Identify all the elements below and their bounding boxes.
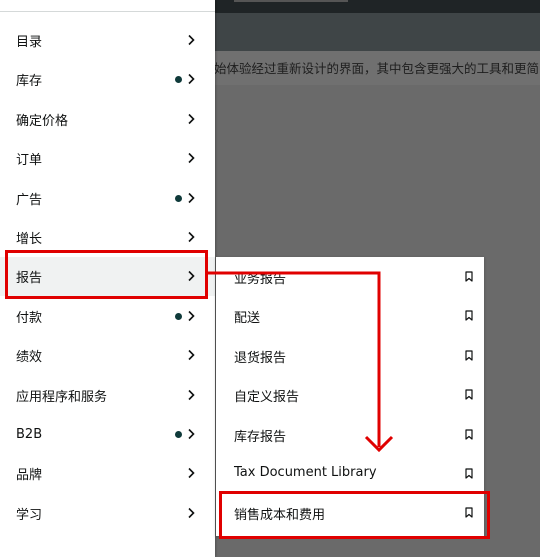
navigation-sidebar: 目录库存确定价格订单广告增长报告付款绩效应用程序和服务 B2B 品牌学习 [0, 0, 215, 557]
sidebar-top-divider [0, 11, 215, 12]
chevron-right-icon [188, 507, 195, 518]
sidebar-item-label: 订单 [16, 153, 43, 169]
announcement-banner-text: 始体验经过重新设计的界面，其中包含更强大的工具和更简 [214, 61, 540, 76]
sidebar-item-label: 品牌 [16, 468, 43, 484]
sidebar-item-7[interactable]: 付款 [0, 297, 215, 336]
submenu-item-label: Tax Document Library [234, 465, 377, 480]
sidebar-item-label: 目录 [16, 35, 43, 50]
notification-dot-icon [175, 76, 182, 84]
sidebar-item-10[interactable]: B2B [0, 415, 215, 454]
chevron-right-icon [188, 350, 195, 361]
submenu-item-label: 库存报告 [234, 429, 287, 445]
submenu-item-label: 销售成本和费用 [234, 508, 326, 524]
submenu-item-0[interactable]: 业务报告 [216, 257, 484, 296]
sidebar-item-label: 增长 [16, 232, 43, 247]
sidebar-item-11[interactable]: 品牌 [0, 454, 215, 493]
sidebar-item-label: 库存 [16, 74, 43, 90]
chevron-right-icon [188, 113, 195, 124]
bookmark-icon[interactable] [465, 350, 473, 361]
notification-dot-icon [175, 194, 182, 202]
chevron-right-icon [188, 468, 195, 479]
submenu-item-3[interactable]: 自定义报告 [216, 375, 484, 414]
bookmark-icon[interactable] [465, 389, 473, 400]
sidebar-item-label: 广告 [16, 192, 43, 208]
bookmark-icon[interactable] [465, 507, 473, 518]
search-bar-edge [234, 0, 348, 2]
submenu-item-5[interactable]: Tax Document Library [216, 454, 484, 493]
submenu-item-2[interactable]: 退货报告 [216, 336, 484, 375]
sidebar-item-label: B2B [16, 427, 43, 442]
chevron-right-icon [188, 271, 195, 282]
sidebar-item-1[interactable]: 库存 [0, 60, 215, 99]
bookmark-icon[interactable] [465, 468, 473, 479]
sidebar-item-9[interactable]: 应用程序和服务 [0, 376, 215, 415]
sidebar-item-label: 绩效 [16, 350, 43, 366]
chevron-right-icon [188, 310, 195, 321]
submenu-item-label: 配送 [234, 311, 261, 327]
sidebar-item-0[interactable]: 目录 [0, 21, 215, 60]
sidebar-item-2[interactable]: 确定价格 [0, 100, 215, 139]
chevron-right-icon [188, 231, 195, 243]
chevron-right-icon [188, 428, 195, 440]
reports-submenu: 业务报告配送退货报告自定义报告库存报告 Tax Document Library 销… [216, 257, 484, 536]
notification-dot-icon [175, 431, 182, 438]
bookmark-icon[interactable] [465, 428, 473, 440]
submenu-item-6[interactable]: 销售成本和费用 [216, 493, 484, 532]
submenu-item-4[interactable]: 库存报告 [216, 415, 484, 454]
sidebar-item-6[interactable]: 报告 [0, 257, 215, 297]
sidebar-item-label: 付款 [16, 310, 43, 326]
notification-dot-icon [175, 312, 182, 320]
chevron-right-icon [188, 153, 195, 164]
chevron-right-icon [188, 74, 195, 85]
sidebar-item-label: 学习 [16, 507, 43, 523]
chevron-right-icon [188, 389, 195, 400]
submenu-item-1[interactable]: 配送 [216, 296, 484, 335]
submenu-item-label: 退货报告 [234, 350, 287, 366]
submenu-item-label: 业务报告 [234, 272, 287, 287]
sidebar-item-3[interactable]: 订单 [0, 139, 215, 178]
sidebar-item-label: 报告 [16, 271, 43, 287]
chevron-right-icon [188, 34, 195, 46]
sidebar-item-label: 确定价格 [16, 113, 69, 129]
chevron-right-icon [188, 192, 195, 203]
bookmark-icon[interactable] [465, 271, 473, 282]
bookmark-icon[interactable] [465, 310, 473, 321]
sidebar-item-label: 应用程序和服务 [16, 389, 108, 405]
sidebar-item-4[interactable]: 广告 [0, 179, 215, 218]
submenu-item-label: 自定义报告 [234, 390, 300, 406]
sidebar-item-5[interactable]: 增长 [0, 218, 215, 257]
sidebar-item-8[interactable]: 绩效 [0, 336, 215, 375]
sidebar-item-12[interactable]: 学习 [0, 494, 215, 533]
